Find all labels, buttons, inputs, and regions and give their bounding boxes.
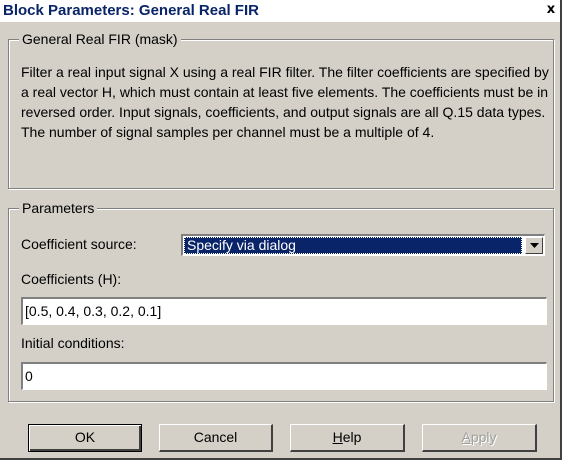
cancel-button[interactable]: Cancel: [159, 424, 273, 452]
help-button[interactable]: Help: [290, 424, 405, 452]
chevron-down-icon: [530, 243, 539, 248]
coefficients-input[interactable]: [0.5, 0.4, 0.3, 0.2, 0.1]: [21, 297, 547, 325]
apply-mnemonic: A: [461, 429, 471, 445]
initial-conditions-input[interactable]: 0: [21, 362, 547, 390]
apply-button[interactable]: Apply: [422, 424, 537, 452]
coefficient-source-dropdown[interactable]: Specify via dialog: [181, 234, 545, 256]
help-mnemonic: H: [332, 429, 343, 445]
mask-description-group: General Real FIR (mask) Filter a real in…: [8, 31, 554, 189]
mask-group-legend: General Real FIR (mask): [19, 31, 181, 47]
initial-conditions-label: Initial conditions:: [21, 335, 125, 351]
ok-button[interactable]: OK: [28, 424, 142, 452]
coefficient-source-selected: Specify via dialog: [184, 237, 522, 254]
coefficient-source-label: Coefficient source:: [21, 236, 137, 252]
coefficients-label: Coefficients (H):: [21, 271, 122, 287]
apply-label-rest: pply: [470, 429, 497, 445]
window-title: Block Parameters: General Real FIR: [3, 2, 259, 19]
help-label-rest: elp: [342, 429, 362, 445]
mask-description-text: Filter a real input signal X using a rea…: [21, 64, 549, 140]
dropdown-arrow-button[interactable]: [525, 237, 543, 254]
dialog-window: Block Parameters: General Real FIR x Gen…: [0, 0, 562, 460]
title-bar[interactable]: Block Parameters: General Real FIR x: [0, 0, 560, 22]
parameters-group-legend: Parameters: [19, 200, 98, 216]
parameters-group: Parameters Coefficient source: Specify v…: [8, 200, 554, 402]
close-button[interactable]: x: [544, 3, 558, 17]
